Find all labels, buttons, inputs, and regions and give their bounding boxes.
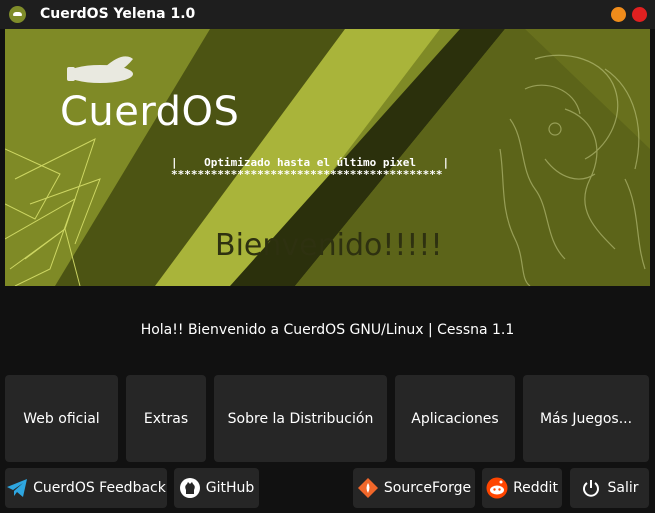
aplicaciones-button[interactable]: Aplicaciones	[395, 375, 515, 462]
telegram-icon	[6, 477, 28, 499]
reddit-label: Reddit	[513, 480, 558, 496]
reddit-button[interactable]: Reddit	[482, 468, 562, 508]
app-window: CuerdOS Yelena 1.0 CuerdOS | Optimizado …	[0, 0, 655, 513]
sourceforge-label: SourceForge	[383, 480, 472, 496]
extras-label: Extras	[143, 410, 189, 427]
github-button[interactable]: GitHub	[174, 468, 259, 508]
salir-button[interactable]: Salir	[570, 468, 649, 508]
window-title: CuerdOS Yelena 1.0	[40, 6, 196, 22]
web-oficial-button[interactable]: Web oficial	[5, 375, 118, 462]
sobre-distribucion-button[interactable]: Sobre la Distribución	[214, 375, 387, 462]
sourceforge-icon	[357, 477, 379, 499]
titlebar: CuerdOS Yelena 1.0	[0, 0, 655, 29]
reddit-icon	[486, 477, 508, 499]
mas-juegos-button[interactable]: Más Juegos...	[523, 375, 649, 462]
minimize-button[interactable]	[611, 7, 626, 22]
web-oficial-label: Web oficial	[23, 410, 100, 427]
sourceforge-button[interactable]: SourceForge	[353, 468, 475, 508]
logo-text: CuerdOS	[60, 89, 240, 135]
greeting-text: Hola!! Bienvenido a CuerdOS GNU/Linux | …	[140, 322, 515, 338]
welcome-text: Bienvenido!!!!!	[215, 228, 443, 263]
extras-button[interactable]: Extras	[126, 375, 206, 462]
aplicaciones-label: Aplicaciones	[411, 410, 499, 427]
feedback-button[interactable]: CuerdOS Feedback	[5, 468, 167, 508]
github-label: GitHub	[205, 480, 255, 496]
sobre-distribucion-label: Sobre la Distribución	[227, 410, 374, 427]
power-icon	[580, 477, 602, 499]
close-button[interactable]	[632, 7, 647, 22]
feedback-label: CuerdOS Feedback	[33, 480, 166, 496]
salir-label: Salir	[607, 480, 639, 496]
github-icon	[179, 477, 201, 499]
app-icon	[9, 6, 26, 23]
tagline-line2: ****************************************…	[171, 168, 443, 181]
tagline: | Optimizado hasta el último pixel | ****…	[171, 157, 449, 181]
welcome-banner: CuerdOS | Optimizado hasta el último pix…	[5, 29, 650, 286]
mas-juegos-label: Más Juegos...	[539, 410, 633, 427]
